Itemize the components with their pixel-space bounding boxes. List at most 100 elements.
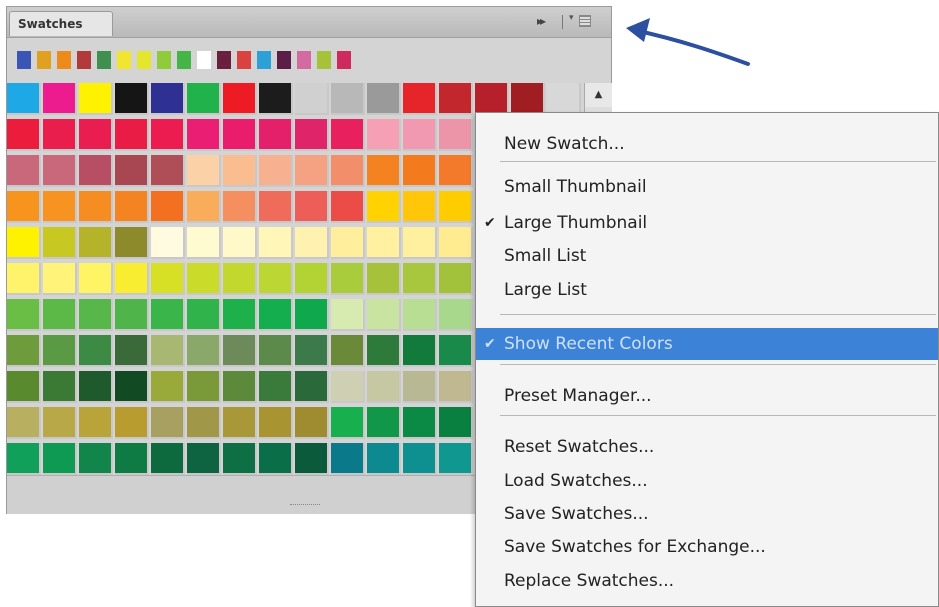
swatch-cell[interactable] <box>367 155 401 187</box>
swatch-cell[interactable] <box>331 299 365 331</box>
swatch-cell[interactable] <box>79 407 113 439</box>
swatch-cell[interactable] <box>151 371 185 403</box>
swatch-cell[interactable] <box>151 119 185 151</box>
swatch-cell[interactable] <box>295 263 329 295</box>
menu-item-save-swatches[interactable]: Save Swatches... <box>476 498 938 530</box>
swatch-cell[interactable] <box>439 407 473 439</box>
swatch-cell[interactable] <box>367 299 401 331</box>
swatch-cell[interactable] <box>187 371 221 403</box>
swatch-cell[interactable] <box>439 371 473 403</box>
collapse-panel-icon[interactable]: ▸▸ <box>537 14 546 28</box>
recent-color-swatch[interactable] <box>57 51 71 69</box>
swatch-cell[interactable] <box>187 263 221 295</box>
recent-color-swatch[interactable] <box>237 51 251 69</box>
swatch-cell[interactable] <box>187 407 221 439</box>
swatch-cell[interactable] <box>295 407 329 439</box>
recent-color-swatch[interactable] <box>337 51 351 69</box>
swatch-cell[interactable] <box>43 371 77 403</box>
menu-item-reset-swatches[interactable]: Reset Swatches... <box>476 431 938 463</box>
swatch-cell[interactable] <box>43 443 77 475</box>
menu-item-show-recent-colors[interactable]: ✔ Show Recent Colors <box>476 328 938 360</box>
swatch-cell[interactable] <box>115 119 149 151</box>
swatch-cell[interactable] <box>223 155 257 187</box>
swatch-cell[interactable] <box>259 443 293 475</box>
swatch-cell[interactable] <box>295 119 329 151</box>
swatch-cell[interactable] <box>259 371 293 403</box>
menu-item-replace-swatches[interactable]: Replace Swatches... <box>476 565 938 597</box>
swatch-cell[interactable] <box>187 227 221 259</box>
swatch-cell[interactable] <box>511 83 545 115</box>
swatch-cell[interactable] <box>115 155 149 187</box>
swatch-cell[interactable] <box>367 191 401 223</box>
swatch-cell[interactable] <box>151 263 185 295</box>
swatch-cell[interactable] <box>403 371 437 403</box>
swatch-cell[interactable] <box>439 263 473 295</box>
swatch-cell[interactable] <box>151 335 185 367</box>
swatch-cell[interactable] <box>43 227 77 259</box>
recent-color-swatch[interactable] <box>217 51 231 69</box>
swatch-cell[interactable] <box>7 407 41 439</box>
swatch-cell[interactable] <box>403 263 437 295</box>
swatch-cell[interactable] <box>223 191 257 223</box>
recent-color-swatch[interactable] <box>37 51 51 69</box>
swatch-cell[interactable] <box>403 407 437 439</box>
recent-color-swatch[interactable] <box>77 51 91 69</box>
swatch-cell[interactable] <box>331 83 365 115</box>
swatch-cell[interactable] <box>43 407 77 439</box>
swatch-cell[interactable] <box>115 371 149 403</box>
menu-item-large-thumbnail[interactable]: ✔ Large Thumbnail <box>476 207 938 239</box>
swatch-cell[interactable] <box>223 443 257 475</box>
swatch-cell[interactable] <box>115 299 149 331</box>
swatch-cell[interactable] <box>331 119 365 151</box>
swatch-cell[interactable] <box>79 191 113 223</box>
swatch-cell[interactable] <box>367 443 401 475</box>
swatch-cell[interactable] <box>43 299 77 331</box>
swatch-cell[interactable] <box>115 83 149 115</box>
swatch-cell[interactable] <box>79 371 113 403</box>
swatch-cell[interactable] <box>439 191 473 223</box>
swatch-cell[interactable] <box>259 155 293 187</box>
swatch-cell[interactable] <box>187 155 221 187</box>
swatch-cell[interactable] <box>403 155 437 187</box>
swatch-cell[interactable] <box>331 335 365 367</box>
swatch-cell[interactable] <box>439 335 473 367</box>
swatch-cell[interactable] <box>187 191 221 223</box>
swatch-cell[interactable] <box>439 83 473 115</box>
swatch-cell[interactable] <box>295 371 329 403</box>
swatch-cell[interactable] <box>223 263 257 295</box>
swatch-cell[interactable] <box>79 335 113 367</box>
swatch-cell[interactable] <box>403 443 437 475</box>
swatch-cell[interactable] <box>331 407 365 439</box>
swatch-cell[interactable] <box>115 443 149 475</box>
swatch-cell[interactable] <box>187 299 221 331</box>
recent-color-swatch[interactable] <box>97 51 111 69</box>
swatch-cell[interactable] <box>43 119 77 151</box>
swatch-cell[interactable] <box>259 119 293 151</box>
swatch-cell[interactable] <box>331 227 365 259</box>
swatch-cell[interactable] <box>367 263 401 295</box>
swatch-cell[interactable] <box>151 191 185 223</box>
swatch-cell[interactable] <box>7 335 41 367</box>
swatch-cell[interactable] <box>403 83 437 115</box>
swatch-cell[interactable] <box>151 443 185 475</box>
menu-item-large-list[interactable]: Large List <box>476 274 938 306</box>
swatch-cell[interactable] <box>43 335 77 367</box>
swatch-cell[interactable] <box>475 83 509 115</box>
swatch-cell[interactable] <box>7 83 41 115</box>
swatch-cell[interactable] <box>259 407 293 439</box>
swatch-cell[interactable] <box>367 119 401 151</box>
swatch-cell[interactable] <box>115 407 149 439</box>
swatch-cell[interactable] <box>439 119 473 151</box>
swatch-cell[interactable] <box>43 83 77 115</box>
scroll-up-icon[interactable]: ▲ <box>585 83 612 107</box>
swatch-cell[interactable] <box>79 227 113 259</box>
swatch-cell[interactable] <box>259 263 293 295</box>
menu-item-small-list[interactable]: Small List <box>476 240 938 272</box>
recent-color-swatch[interactable] <box>17 51 31 69</box>
recent-color-swatch[interactable] <box>157 51 171 69</box>
swatch-cell[interactable] <box>367 227 401 259</box>
menu-item-new-swatch[interactable]: New Swatch... <box>476 128 938 160</box>
swatch-cell[interactable] <box>259 299 293 331</box>
swatch-cell[interactable] <box>79 443 113 475</box>
swatch-cell[interactable] <box>295 227 329 259</box>
